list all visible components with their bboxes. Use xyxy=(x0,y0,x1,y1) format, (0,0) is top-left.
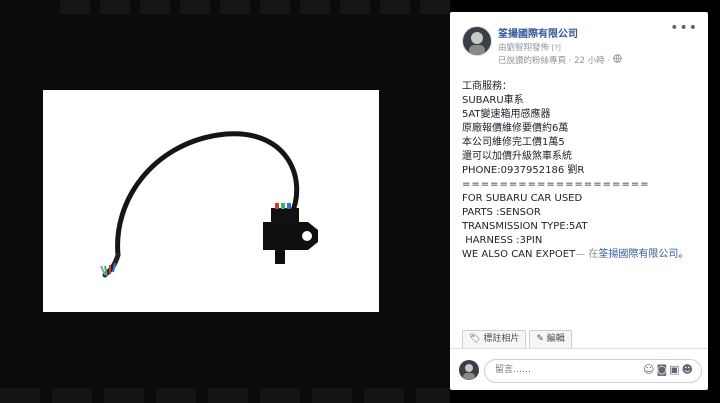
post-line: TRANSMISSION TYPE:5AT xyxy=(462,221,588,232)
tag-photo-label: 標註相片 xyxy=(483,334,520,344)
globe-icon xyxy=(612,54,622,66)
commenter-avatar xyxy=(459,360,479,380)
pencil-icon: ✎ xyxy=(536,334,544,344)
post-line: PARTS :SENSOR xyxy=(462,207,541,218)
emoji-icon[interactable]: ☺ xyxy=(643,363,656,376)
posted-by-text: 由劉智翔發佈 xyxy=(498,43,550,53)
post-line: FOR SUBARU CAR USED xyxy=(462,193,583,204)
post-panel: 筌揚國際有限公司 由劉智翔發佈 [?] 已說讚的粉絲專頁 · 22 小時 · •… xyxy=(450,12,708,390)
more-options-icon[interactable]: ••• xyxy=(670,20,698,36)
post-meta: 已說讚的粉絲專頁 · 22 小時 · xyxy=(498,54,622,66)
post-line: HARNESS :3PIN xyxy=(462,235,543,246)
audience-timestamp[interactable]: 已說讚的粉絲專頁 · 22 小時 · xyxy=(498,56,610,66)
post-line: SUBARU車系 xyxy=(462,95,524,106)
post-text: 工商服務： SUBARU車系 5AT變速箱用感應器原廠報價維修要價約6萬 本公司維修完… xyxy=(462,80,698,262)
post-photo[interactable] xyxy=(43,90,379,312)
location-link[interactable]: 筌揚國際有限公司 xyxy=(598,249,678,260)
post-line: 原廠報價維修要價約6萬 xyxy=(462,123,569,134)
tag-icon: 🏷 xyxy=(469,334,481,344)
photo-viewer xyxy=(0,0,450,403)
camera-icon[interactable]: ◙ xyxy=(656,363,669,376)
post-line: WE ALSO CAN EXPOET xyxy=(462,249,576,260)
post-line: 還可以加價升級煞車系統 xyxy=(462,151,572,162)
location-suffix: 。 xyxy=(678,249,689,260)
background-blur xyxy=(60,0,450,14)
photo-actions: 🏷 標註相片 ✎ 編輯 xyxy=(462,326,575,349)
sensor-image xyxy=(100,131,318,278)
post-line: 5AT變速箱用感應器 xyxy=(462,109,551,120)
post-line: 本公司維修完工價1萬5 xyxy=(462,137,565,148)
comment-tools: ☺◙▣☻ xyxy=(643,363,695,376)
page-name-link[interactable]: 筌揚國際有限公司 xyxy=(498,25,578,40)
post-line: 工商服務： xyxy=(462,81,512,92)
sticker-icon[interactable]: ☻ xyxy=(682,363,695,376)
edit-label: 編輯 xyxy=(546,334,565,344)
edit-button[interactable]: ✎ 編輯 xyxy=(529,330,572,349)
tag-photo-button[interactable]: 🏷 標註相片 xyxy=(462,330,527,349)
comment-input[interactable] xyxy=(493,364,627,376)
location-prefix: — 在 xyxy=(575,249,599,260)
background-blur-bottom xyxy=(0,388,450,403)
post-line: ==================== xyxy=(462,179,650,190)
posted-by-tag[interactable]: [?] xyxy=(552,44,561,52)
post-line-location: WE ALSO CAN EXPOET— 在筌揚國際有限公司。 xyxy=(462,248,698,262)
divider xyxy=(450,348,708,349)
page-avatar[interactable] xyxy=(462,26,492,56)
post-line: PHONE:0937952186 劉R xyxy=(462,165,585,176)
posted-by: 由劉智翔發佈 [?] xyxy=(498,41,561,53)
comment-box[interactable]: ☺◙▣☻ xyxy=(484,359,702,383)
gif-icon[interactable]: ▣ xyxy=(669,363,681,376)
